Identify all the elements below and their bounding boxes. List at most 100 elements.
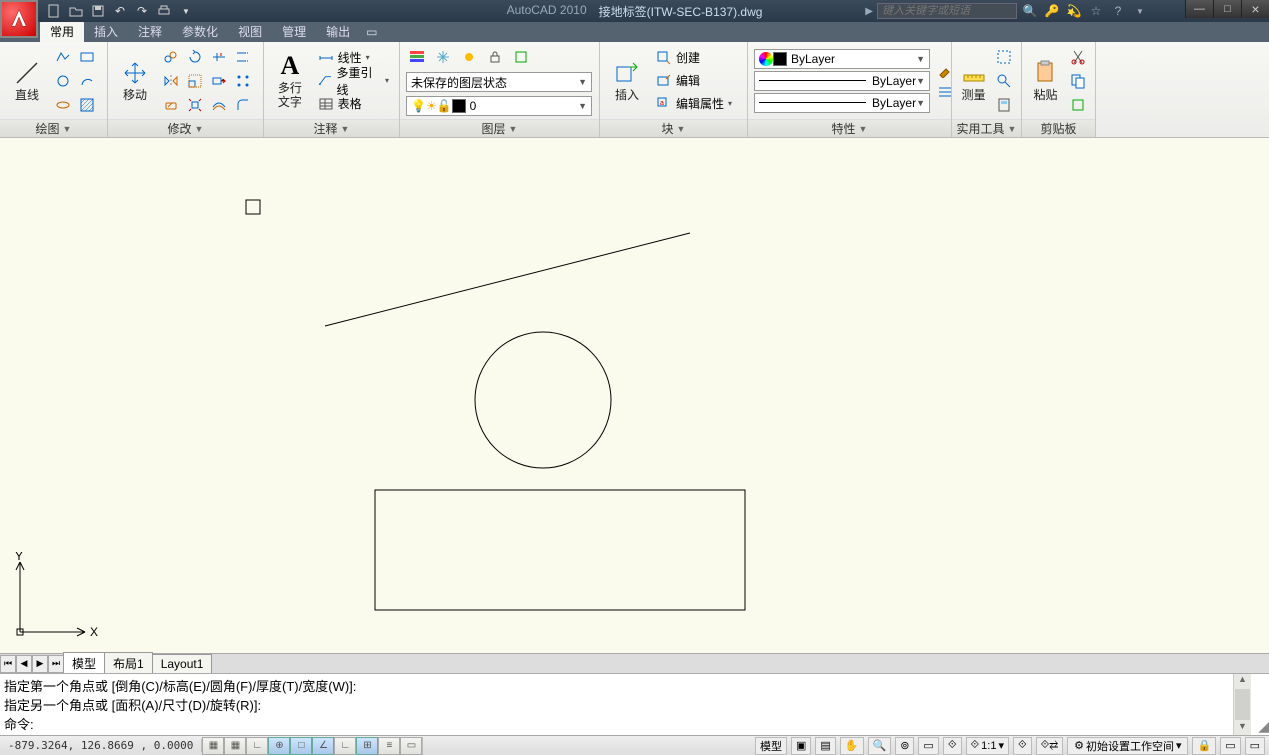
annotation-visibility-icon[interactable]: ⟐: [1013, 737, 1032, 755]
table-button[interactable]: 表格: [314, 93, 393, 115]
annotation-scale-button[interactable]: ⟐ 1:1 ▾: [966, 737, 1010, 755]
hardware-accel-icon[interactable]: ▭: [1220, 737, 1240, 755]
search-icon[interactable]: 🔍: [1021, 2, 1039, 20]
mleader-button[interactable]: 多重引线▾: [314, 70, 393, 92]
subscription-icon[interactable]: 💫: [1065, 2, 1083, 20]
pan-icon[interactable]: ✋: [840, 737, 864, 755]
search-input[interactable]: [877, 3, 1017, 19]
qat-open-icon[interactable]: [66, 2, 86, 20]
lineweight-combo[interactable]: ByLayer▼: [754, 71, 930, 91]
layout-last-button[interactable]: ⏭: [48, 655, 64, 673]
block-attr-button[interactable]: a编辑属性▾: [652, 93, 736, 115]
quick-calc-icon[interactable]: [993, 94, 1015, 116]
tab-output[interactable]: 输出: [316, 20, 360, 42]
panel-block-title[interactable]: 块▼: [600, 119, 747, 137]
layer-properties-icon[interactable]: [406, 46, 428, 68]
close-button[interactable]: [1241, 0, 1269, 18]
otrack-toggle[interactable]: ∠: [312, 737, 334, 755]
hatch-icon[interactable]: [76, 94, 98, 116]
tab-extra-icon[interactable]: ▭: [360, 22, 383, 42]
select-all-icon[interactable]: [993, 46, 1015, 68]
qat-print-icon[interactable]: [154, 2, 174, 20]
infocenter-drop-icon[interactable]: ▼: [1131, 2, 1149, 20]
qat-dropdown-icon[interactable]: ▼: [176, 2, 196, 20]
osnap-toggle[interactable]: □: [290, 737, 312, 755]
fillet-icon[interactable]: [232, 94, 254, 116]
qat-undo-icon[interactable]: ↶: [110, 2, 130, 20]
layer-off-icon[interactable]: [458, 46, 480, 68]
panel-annot-title[interactable]: 注释▼: [264, 119, 399, 137]
qat-new-icon[interactable]: [44, 2, 64, 20]
zoom-icon[interactable]: 🔍: [868, 737, 892, 755]
panel-clip-title[interactable]: 剪贴板: [1022, 119, 1095, 137]
command-scrollbar[interactable]: ▲ ▼: [1233, 674, 1251, 735]
annotation-scale-icon[interactable]: ⟐: [943, 737, 962, 755]
tab-home[interactable]: 常用: [40, 20, 84, 42]
panel-util-title[interactable]: 实用工具▼: [952, 119, 1021, 137]
panel-layer-title[interactable]: 图层▼: [400, 119, 599, 137]
scroll-thumb[interactable]: [1235, 689, 1250, 720]
showmotion-icon[interactable]: ▭: [918, 737, 938, 755]
layout-tab-model[interactable]: 模型: [63, 652, 105, 675]
rotate-icon[interactable]: [184, 46, 206, 68]
layout-prev-button[interactable]: ◀: [16, 655, 32, 673]
copy-clip-icon[interactable]: [1067, 70, 1089, 92]
dyn-toggle[interactable]: ⊞: [356, 737, 378, 755]
scroll-down-icon[interactable]: ▼: [1234, 721, 1251, 735]
model-space-button[interactable]: 模型: [755, 737, 787, 755]
command-text[interactable]: 指定第一个角点或 [倒角(C)/标高(E)/圆角(F)/厚度(T)/宽度(W)]…: [0, 674, 1233, 735]
trim-icon[interactable]: [208, 46, 230, 68]
infocenter-expand-icon[interactable]: ▶: [865, 6, 873, 17]
application-menu-button[interactable]: [0, 0, 38, 38]
command-window[interactable]: 指定第一个角点或 [倒角(C)/标高(E)/圆角(F)/厚度(T)/宽度(W)]…: [0, 673, 1269, 735]
layer-freeze-icon[interactable]: [432, 46, 454, 68]
mtext-button[interactable]: A 多行 文字: [270, 45, 310, 117]
layout-tab-1[interactable]: 布局1: [104, 652, 153, 675]
polyline-icon[interactable]: [52, 46, 74, 68]
quickview-drawings-icon[interactable]: ▤: [815, 737, 835, 755]
erase-icon[interactable]: [160, 94, 182, 116]
color-combo[interactable]: ByLayer▼: [754, 49, 930, 69]
insert-button[interactable]: 插入: [606, 45, 648, 117]
workspace-switching-button[interactable]: ⚙初始设置工作空间 ▾: [1067, 737, 1188, 755]
layer-combo[interactable]: 💡 ☀ 🔓 0▼: [406, 96, 592, 116]
coordinates-display[interactable]: -879.3264, 126.8669 , 0.0000: [0, 739, 202, 752]
ellipse-icon[interactable]: [52, 94, 74, 116]
ortho-toggle[interactable]: ∟: [246, 737, 268, 755]
layer-more-icon[interactable]: [510, 46, 532, 68]
line-button[interactable]: 直线: [6, 45, 48, 117]
qat-redo-icon[interactable]: ↷: [132, 2, 152, 20]
layer-lock-icon[interactable]: [484, 46, 506, 68]
qp-toggle[interactable]: ▭: [400, 737, 422, 755]
scroll-up-icon[interactable]: ▲: [1234, 674, 1251, 688]
command-resize-grip[interactable]: ◢: [1251, 674, 1269, 735]
panel-prop-title[interactable]: 特性▼: [748, 119, 951, 137]
favorites-icon[interactable]: ☆: [1087, 2, 1105, 20]
paste-button[interactable]: 粘贴: [1028, 45, 1063, 117]
block-create-button[interactable]: 创建: [652, 47, 736, 69]
layout-next-button[interactable]: ▶: [32, 655, 48, 673]
stretch-icon[interactable]: [208, 70, 230, 92]
match-icon[interactable]: [1067, 94, 1089, 116]
lwt-toggle[interactable]: ≡: [378, 737, 400, 755]
annotation-autoscale-icon[interactable]: ⟐⇄: [1036, 737, 1063, 755]
block-edit-button[interactable]: 编辑: [652, 70, 736, 92]
toolbar-lock-icon[interactable]: 🔒: [1192, 737, 1216, 755]
explode-icon[interactable]: [184, 94, 206, 116]
help-icon[interactable]: ?: [1109, 2, 1127, 20]
tab-parametric[interactable]: 参数化: [172, 20, 228, 42]
quick-select-icon[interactable]: [993, 70, 1015, 92]
ducs-toggle[interactable]: ∟: [334, 737, 356, 755]
clean-screen-icon[interactable]: ▭: [1245, 737, 1265, 755]
panel-draw-title[interactable]: 绘图▼: [0, 119, 107, 137]
extend-icon[interactable]: [232, 46, 254, 68]
maximize-button[interactable]: [1213, 0, 1241, 18]
mirror-icon[interactable]: [160, 70, 182, 92]
tab-view[interactable]: 视图: [228, 20, 272, 42]
quickview-layouts-icon[interactable]: ▣: [791, 737, 811, 755]
array-icon[interactable]: [232, 70, 254, 92]
circle-icon[interactable]: [52, 70, 74, 92]
grid-toggle[interactable]: ▦: [224, 737, 246, 755]
tab-insert[interactable]: 插入: [84, 20, 128, 42]
snap-toggle[interactable]: ▦: [202, 737, 224, 755]
